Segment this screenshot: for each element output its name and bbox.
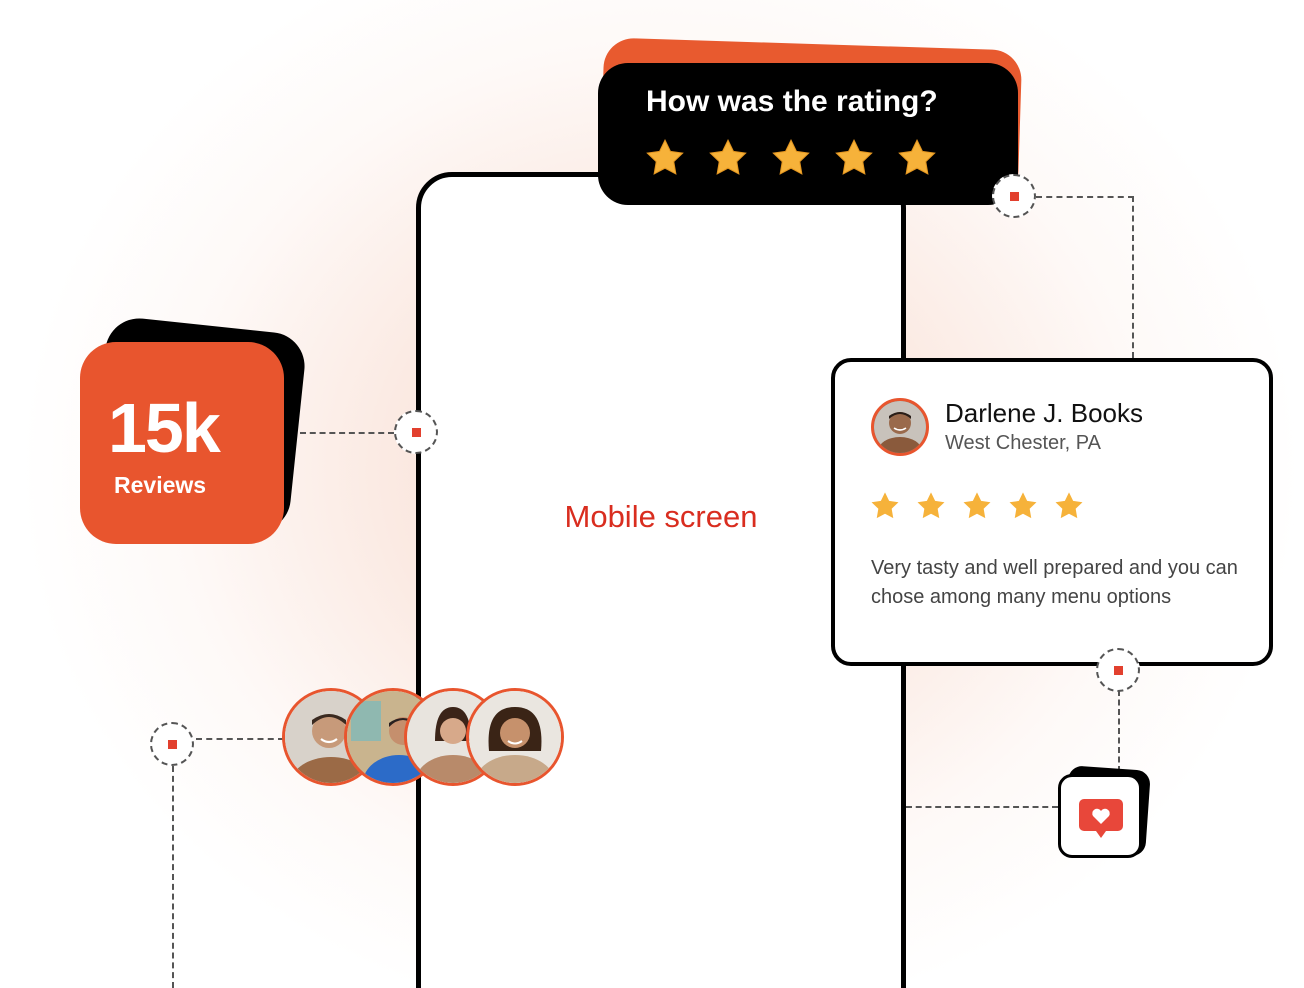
connector-avatars-node (196, 738, 284, 740)
connector-badge-phone (300, 432, 394, 434)
star-icon (963, 492, 991, 519)
connector-node-rating (992, 174, 1036, 218)
like-button[interactable] (1058, 774, 1142, 858)
star-icon (1055, 492, 1083, 519)
reviews-count: 15k (108, 389, 221, 467)
star-icon[interactable] (644, 137, 686, 179)
connector-node-down (172, 766, 174, 988)
rating-prompt-title: How was the rating? (646, 85, 938, 118)
reviews-label: Reviews (114, 472, 207, 498)
phone-screen-label: Mobile screen (564, 499, 758, 534)
star-icon (1009, 492, 1037, 519)
connector-node-badge (394, 410, 438, 454)
rating-prompt-card: How was the rating? (598, 63, 1018, 205)
heart-chat-icon (1079, 799, 1123, 838)
star-icon (871, 492, 899, 519)
connector-phone-heart (906, 806, 1058, 808)
star-icon[interactable] (707, 137, 749, 179)
star-icon[interactable] (770, 137, 812, 179)
review-text: Very tasty and well prepared and you can… (871, 557, 1238, 608)
star-icon[interactable] (833, 137, 875, 179)
star-icon (917, 492, 945, 519)
user-avatar-4[interactable] (466, 688, 564, 786)
star-icon[interactable] (896, 137, 938, 179)
review-stars (869, 490, 1085, 522)
rating-stars (644, 137, 938, 179)
reviews-badge: 15k Reviews (80, 342, 284, 544)
connector-rating-right (1036, 196, 1134, 198)
reviewer-location: West Chester, PA (945, 432, 1101, 454)
connector-review-heart (1118, 690, 1120, 772)
connector-rating-down (1132, 196, 1134, 358)
connector-node-review (1096, 648, 1140, 692)
review-card: Darlene J. Books West Chester, PA Very t… (831, 358, 1273, 666)
connector-node-avatars (150, 722, 194, 766)
reviewer-avatar (871, 398, 929, 456)
reviewer-name: Darlene J. Books (945, 398, 1143, 428)
